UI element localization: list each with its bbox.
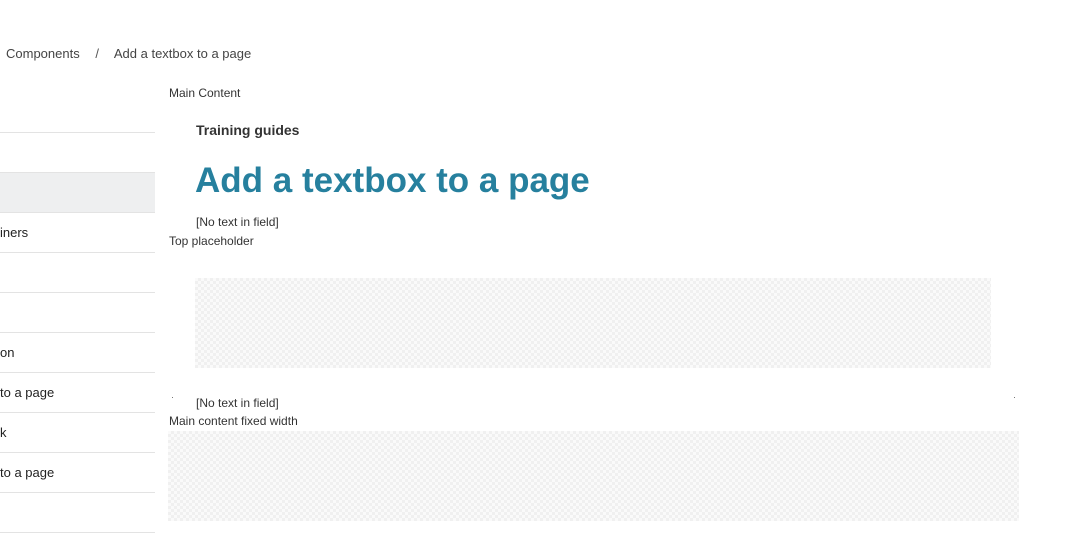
resize-handle-right bbox=[1014, 397, 1015, 398]
sidebar-item[interactable] bbox=[0, 493, 155, 533]
main-content-fixed-width-area[interactable] bbox=[168, 431, 1019, 521]
sidebar-item[interactable] bbox=[0, 253, 155, 293]
empty-field-text: [No text in field] bbox=[196, 215, 279, 229]
breadcrumb-separator: / bbox=[95, 46, 99, 61]
sidebar-item-label: on bbox=[0, 345, 15, 360]
main-content-label: Main Content bbox=[169, 86, 241, 100]
main-content-fixed-width-label: Main content fixed width bbox=[169, 414, 298, 428]
sidebar-item[interactable]: to a page bbox=[0, 373, 155, 413]
top-placeholder-label: Top placeholder bbox=[169, 234, 254, 248]
sidebar-item[interactable] bbox=[0, 133, 155, 173]
sidebar-item-label: k bbox=[0, 425, 7, 440]
breadcrumb-item-components[interactable]: Components bbox=[6, 46, 80, 61]
sidebar-item-label: iners bbox=[0, 225, 29, 240]
sidebar-item[interactable]: to a page bbox=[0, 453, 155, 493]
sidebar-item-label: to a page bbox=[0, 385, 55, 400]
sidebar-item[interactable] bbox=[0, 293, 155, 333]
sidebar-item-active[interactable] bbox=[0, 173, 155, 213]
breadcrumb: Components / Add a textbox to a page bbox=[6, 46, 251, 61]
top-placeholder-area[interactable] bbox=[195, 278, 991, 368]
sidebar-item[interactable]: on bbox=[0, 333, 155, 373]
sidebar-item[interactable] bbox=[0, 93, 155, 133]
empty-field-text: [No text in field] bbox=[196, 396, 279, 410]
sidebar-item-label: to a page bbox=[0, 465, 55, 480]
sidebar-item[interactable]: k bbox=[0, 413, 155, 453]
breadcrumb-item-current: Add a textbox to a page bbox=[113, 46, 252, 61]
page-title: Add a textbox to a page bbox=[195, 161, 590, 200]
sidebar-item[interactable]: iners bbox=[0, 213, 155, 253]
sidebar-nav: iners on to a page k to a page bbox=[0, 93, 155, 533]
resize-handle-left bbox=[172, 397, 173, 398]
section-label: Training guides bbox=[196, 122, 300, 138]
